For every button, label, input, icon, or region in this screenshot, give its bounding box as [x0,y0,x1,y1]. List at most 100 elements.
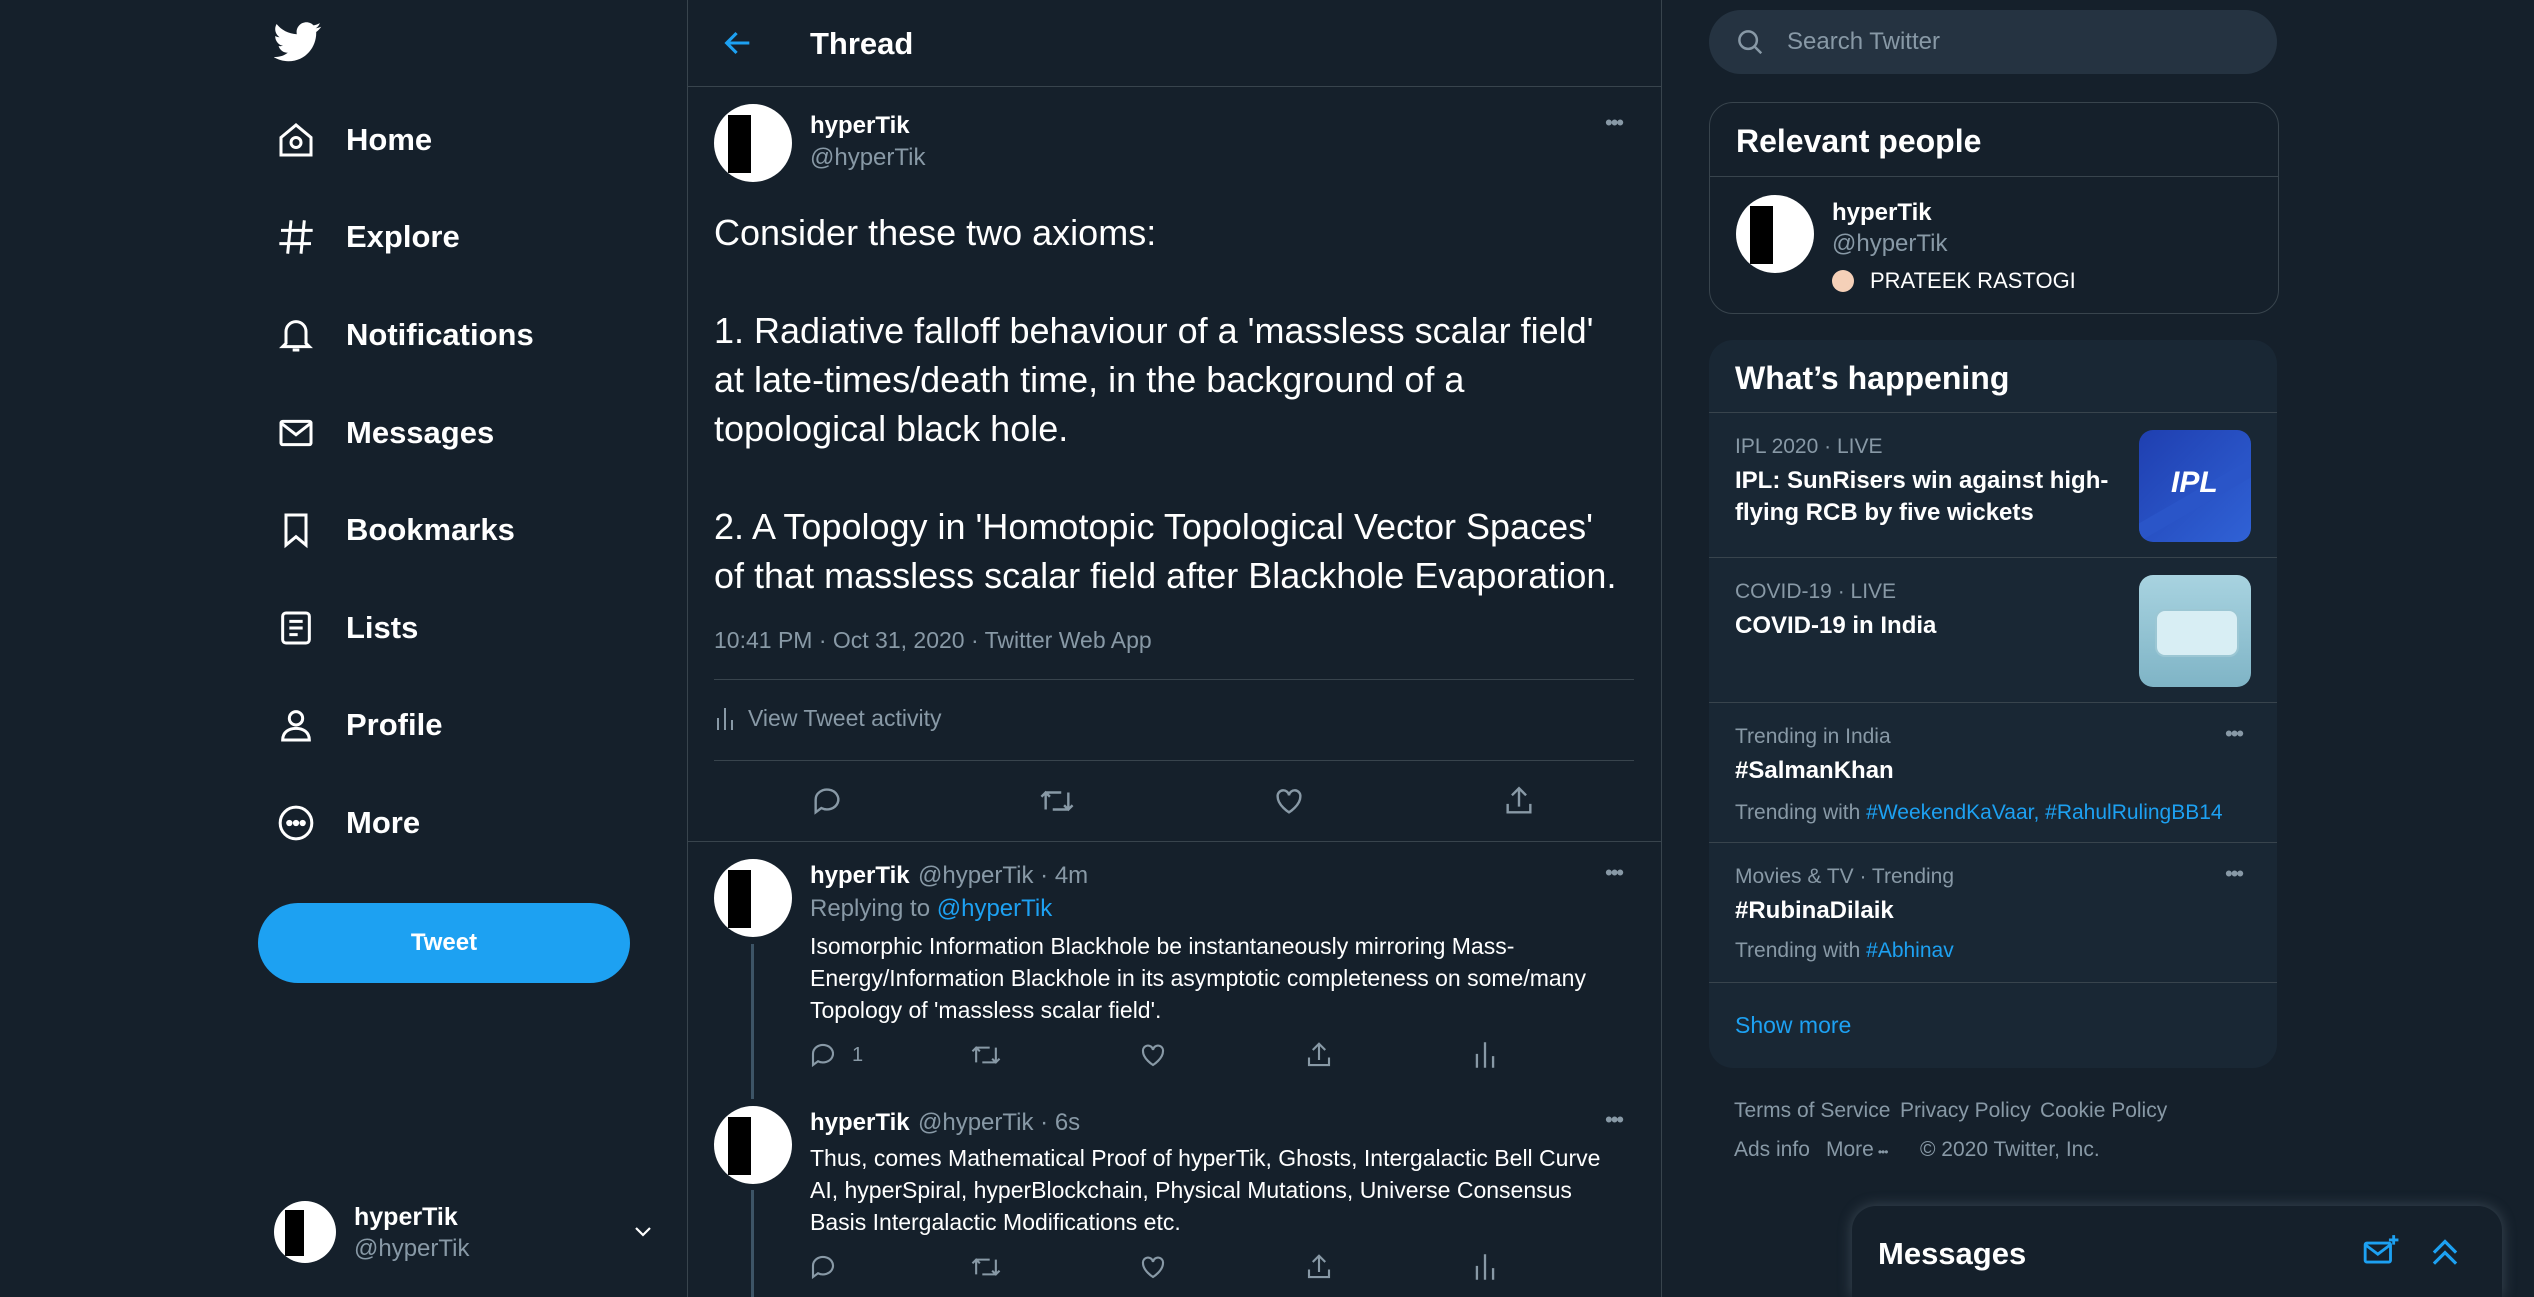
tweet-button[interactable]: Tweet [258,903,630,983]
nav-lists[interactable]: Lists [272,593,418,663]
account-name: hyperTik [354,1203,458,1231]
trend-title: COVID-19 in India [1735,612,1937,639]
share-button[interactable] [1304,1252,1334,1282]
tweet-text: Consider these two axioms: 1. Radiative … [714,208,1654,600]
more-options-icon[interactable]: ••• [1605,110,1624,136]
nav-profile[interactable]: Profile [272,690,442,760]
nav-explore[interactable]: Explore [272,202,460,272]
nav-label: Profile [346,707,443,742]
collapse-up-icon[interactable] [2426,1232,2464,1270]
more-options-icon[interactable]: ••• [1605,1107,1624,1133]
like-button[interactable] [1138,1040,1168,1070]
more-options-icon[interactable]: ••• [2225,721,2244,747]
trending-with-prefix: Trending with [1735,801,1861,824]
analytics-button[interactable] [1472,1040,1498,1070]
ads-info-link[interactable]: Ads info [1734,1138,1810,1162]
view-activity-link[interactable]: View Tweet activity [714,705,941,732]
person-bio-text: PRATEEK RASTOGI [1870,268,2076,293]
like-button[interactable] [1138,1252,1168,1282]
share-icon [1304,1252,1334,1282]
account-switcher[interactable]: hyperTik @hyperTik [272,1195,662,1265]
trending-with-tags[interactable]: #WeekendKaVaar, #RahulRulingBB14 [1866,801,2222,824]
mention-link[interactable]: @hyperTik [937,895,1053,922]
terms-link[interactable]: Terms of Service [1734,1099,1890,1123]
reply-meta: @hyperTik · 4m [918,862,1089,889]
privacy-link[interactable]: Privacy Policy [1900,1099,2031,1123]
nav-more[interactable]: More [272,788,420,858]
nav-home[interactable]: Home [272,105,432,175]
share-button[interactable] [1304,1040,1334,1070]
person-name[interactable]: hyperTik [1832,199,1932,227]
avatar[interactable] [1736,195,1814,273]
analytics-button[interactable] [1472,1252,1498,1282]
trend-item[interactable]: Movies & TV · Trending ••• #RubinaDilaik… [1709,843,2277,983]
share-icon [1304,1040,1334,1070]
tweet-timestamp[interactable]: 10:41 PM · Oct 31, 2020 · Twitter Web Ap… [714,627,1152,654]
tweet-line: topological black hole. [714,408,1069,449]
reply-line: Topology of 'massless scalar field'. [810,997,1162,1023]
trend-title: #SalmanKhan [1735,757,1894,784]
nav-label: Bookmarks [346,512,515,547]
reply-author-name[interactable]: hyperTik [810,1109,910,1137]
twitter-logo-icon[interactable] [274,22,322,62]
thread-line [751,1190,754,1297]
person-handle[interactable]: @hyperTik [1832,230,1948,258]
avatar[interactable] [714,1106,792,1184]
view-activity-label: View Tweet activity [748,705,942,731]
replying-prefix: Replying to [810,895,931,922]
avatar[interactable] [714,104,792,182]
chevron-down-icon [628,1219,658,1243]
share-button[interactable] [1502,784,1536,818]
trend-item[interactable]: Trending in India ••• #SalmanKhan Trendi… [1709,703,2277,843]
reply-author-name[interactable]: hyperTik [810,862,910,890]
trend-title-line: flying RCB by five wickets [1735,499,2034,526]
like-button[interactable] [1272,784,1306,818]
retweet-icon [970,1252,1002,1282]
tweet-author-handle[interactable]: @hyperTik [810,144,926,172]
retweet-icon [970,1040,1002,1070]
tweet-line: 2. A Topology in 'Homotopic Topological … [714,506,1593,547]
divider [1709,982,2277,983]
heart-icon [1138,1040,1168,1070]
reply-button[interactable] [810,784,844,818]
trending-with-prefix: Trending with [1735,939,1861,962]
person-bio: PRATEEK RASTOGI [1832,268,2076,294]
trending-with-tags[interactable]: #Abhinav [1866,939,1954,962]
back-arrow-icon[interactable] [721,26,755,60]
heart-icon [1138,1252,1168,1282]
retweet-button[interactable] [1038,784,1076,818]
nav-label: Notifications [346,317,534,352]
new-message-icon[interactable] [2362,1232,2400,1270]
stats-icon [1472,1252,1498,1282]
account-handle: @hyperTik [354,1235,470,1262]
show-more-link[interactable]: Show more [1735,1012,1851,1039]
messages-drawer[interactable]: Messages [1852,1206,2502,1297]
more-options-icon[interactable]: ••• [1605,860,1624,886]
search-input[interactable] [1785,27,2249,57]
reply-icon [810,784,844,818]
more-options-icon[interactable]: ••• [2225,861,2244,887]
messages-drawer-title: Messages [1878,1236,2027,1271]
footer-more-link[interactable]: More ••• [1826,1138,1888,1162]
nav-bookmarks[interactable]: Bookmarks [272,495,515,565]
nav-messages[interactable]: Messages [272,398,494,468]
tweet-line: Consider these two axioms: [714,212,1157,253]
trend-title: #RubinaDilaik [1735,897,1894,924]
trend-item[interactable]: COVID-19 · LIVE COVID-19 in India [1709,558,2277,703]
reply-line: AI, hyperSpiral, hyperBlockchain, Physic… [810,1177,1572,1203]
nav-label: Home [346,122,433,157]
list-icon [272,604,320,652]
hashtag-icon [272,213,320,261]
avatar[interactable] [714,859,792,937]
trend-item[interactable]: IPL 2020 · LIVE IPL: SunRisers win again… [1709,413,2277,558]
tweet-line: 1. Radiative falloff behaviour of a 'mas… [714,310,1594,351]
cookie-link[interactable]: Cookie Policy [2040,1099,2167,1123]
retweet-button[interactable] [970,1040,1002,1070]
retweet-button[interactable] [970,1252,1002,1282]
nav-notifications[interactable]: Notifications [272,300,534,370]
tweet-author-name[interactable]: hyperTik [810,112,910,140]
search-bar[interactable] [1709,10,2277,74]
search-icon [1735,27,1765,57]
reply-button[interactable] [808,1252,838,1282]
reply-button[interactable]: 1 [808,1040,863,1070]
